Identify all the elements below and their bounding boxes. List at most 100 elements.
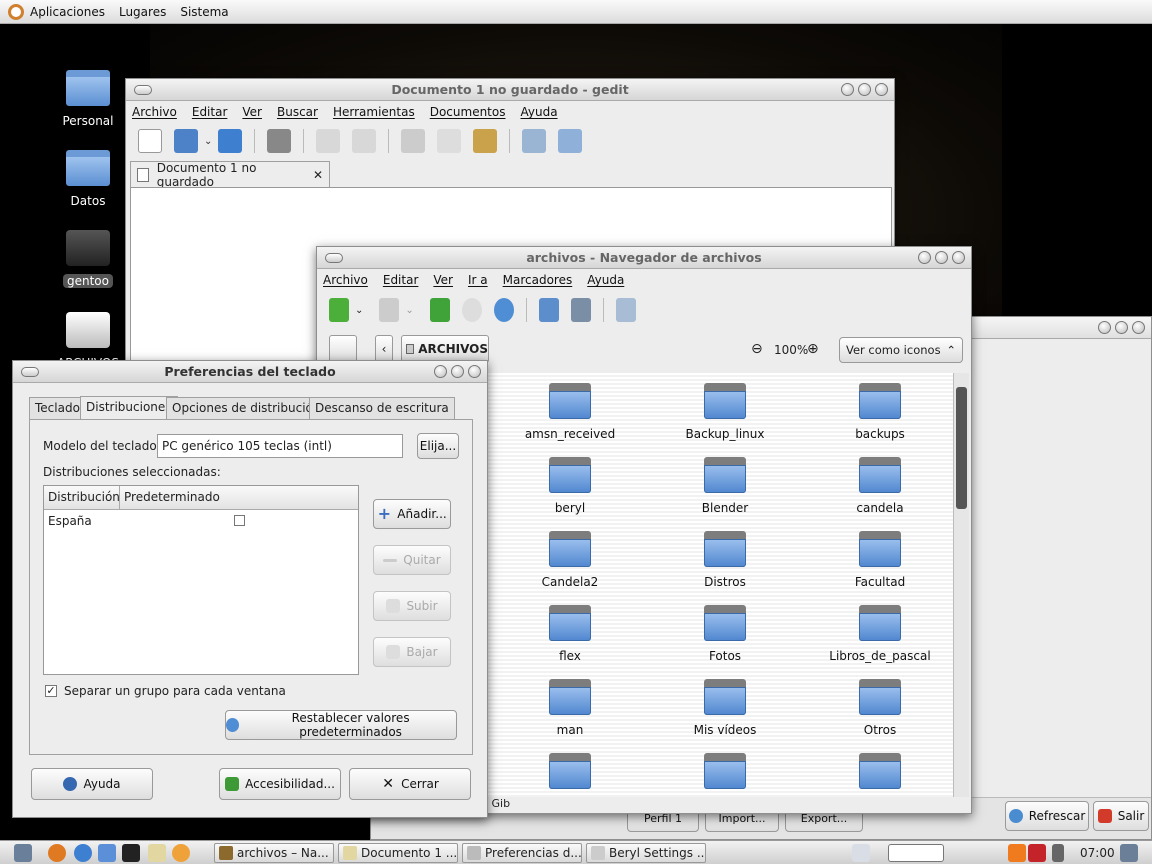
reload-icon[interactable] [493,298,514,322]
reset-defaults-button[interactable]: Restablecer valores predeterminados [225,710,457,740]
tab-distribuciones[interactable]: Distribuciones [80,396,178,419]
document-tab[interactable]: Documento 1 no guardado ✕ [130,161,330,189]
menu-ver[interactable]: Ver [433,273,453,287]
computer-icon[interactable] [570,298,591,322]
clock[interactable]: 07:00 [1080,846,1115,860]
close-icon[interactable] [468,365,481,378]
view-mode-select[interactable]: Ver como iconos ⌃ [839,337,963,363]
back-arrow-icon[interactable] [329,298,349,322]
zoom-out-icon[interactable]: ⊖ [751,341,763,357]
folder-item[interactable]: Backup_linux [650,383,800,441]
terminal-icon[interactable] [122,844,140,862]
menu-applications[interactable]: Aplicaciones [30,5,105,19]
home-icon[interactable] [538,298,559,322]
stop-icon[interactable] [461,298,482,322]
media-icon[interactable] [172,844,190,862]
scrollbar[interactable] [953,373,969,797]
folder-item[interactable]: candela [805,457,955,515]
search-icon[interactable] [615,298,636,322]
find-icon[interactable] [522,129,547,153]
folder-item[interactable]: Facultad [805,531,955,589]
workspace-switcher[interactable] [888,844,944,862]
folder-item[interactable] [650,753,800,797]
print-icon[interactable] [267,129,292,153]
choose-model-button[interactable]: Elija... [417,433,459,459]
paste-icon[interactable] [473,129,498,153]
menu-marcadores[interactable]: Marcadores [503,273,573,287]
up-arrow-icon[interactable] [429,298,450,322]
undo-icon[interactable] [316,129,341,153]
window-menu-icon[interactable] [134,85,152,95]
messenger-icon[interactable] [74,844,92,862]
folder-item[interactable]: man [495,679,645,737]
column-layout[interactable]: Distribución [44,486,120,509]
refresh-button[interactable]: Refrescar [1005,801,1089,831]
menu-ayuda[interactable]: Ayuda [587,273,624,287]
window-list-icon[interactable] [1120,844,1138,862]
redo-icon[interactable] [352,129,377,153]
menu-ver[interactable]: Ver [242,105,262,119]
close-icon[interactable] [875,83,888,96]
menu-ir-a[interactable]: Ir a [468,273,488,287]
close-icon[interactable] [952,251,965,264]
path-scroll-left[interactable]: ‹ [375,335,393,363]
open-icon[interactable] [174,129,198,153]
folder-item[interactable]: Otros [805,679,955,737]
model-field[interactable]: PC genérico 105 teclas (intl) [157,434,403,458]
update-notifier-icon[interactable] [1008,844,1026,862]
forward-arrow-icon[interactable] [379,298,400,322]
scrollbar-thumb[interactable] [956,387,967,509]
desktop-icon-gentoo[interactable]: gentoo [48,230,128,288]
window-menu-icon[interactable] [21,367,39,377]
task-keyboard[interactable]: Preferencias d... [462,843,582,863]
minimize-icon[interactable] [918,251,931,264]
menu-buscar[interactable]: Buscar [277,105,318,119]
down-button[interactable]: Bajar [373,637,451,667]
maximize-icon[interactable] [858,83,871,96]
folder-item[interactable]: beryl [495,457,645,515]
firefox-icon[interactable] [48,844,66,862]
chevron-down-icon[interactable]: ⌄ [405,305,413,316]
text-editor-icon[interactable] [148,844,166,862]
folder-item[interactable]: backups [805,383,955,441]
folder-item[interactable]: amsn_received [495,383,645,441]
folder-item[interactable]: Libros_de_pascal [805,605,955,663]
exit-button[interactable]: Salir [1093,801,1149,831]
minimize-icon[interactable] [434,365,447,378]
zoom-level[interactable]: 100% [774,343,808,357]
folder-item[interactable]: Fotos [650,605,800,663]
beryl-ruby-icon[interactable] [1028,844,1046,862]
task-beryl[interactable]: Beryl Settings ... [586,843,706,863]
menu-documentos[interactable]: Documentos [430,105,506,119]
edit-location-button[interactable] [329,335,357,363]
folder-item[interactable] [495,753,645,797]
volume-icon[interactable] [1052,844,1064,862]
folder-item[interactable] [805,753,955,797]
maximize-icon[interactable] [935,251,948,264]
separate-checkbox[interactable]: ✓ [45,685,57,697]
copy-icon[interactable] [437,129,462,153]
ubuntu-logo-icon[interactable] [8,3,24,20]
replace-icon[interactable] [558,129,583,153]
tab-teclado[interactable]: Teclado [29,397,86,419]
remove-button[interactable]: Quitar [373,545,451,575]
default-checkbox[interactable] [234,515,245,526]
finder-icon[interactable] [98,844,116,862]
folder-item[interactable]: Distros [650,531,800,589]
add-button[interactable]: + Añadir... [373,499,451,529]
menu-ayuda[interactable]: Ayuda [520,105,557,119]
menu-system[interactable]: Sistema [180,5,228,19]
workspace-1-icon[interactable] [852,844,870,862]
folder-item[interactable]: flex [495,605,645,663]
minimize-icon[interactable] [841,83,854,96]
cut-icon[interactable] [401,129,426,153]
close-tab-icon[interactable]: ✕ [313,168,323,182]
menu-editar[interactable]: Editar [192,105,228,119]
desktop-icon-datos[interactable]: Datos [48,150,128,208]
close-button[interactable]: ✕ Cerrar [349,768,471,800]
up-button[interactable]: Subir [373,591,451,621]
tab-opciones[interactable]: Opciones de distribución [166,397,327,419]
folder-item[interactable]: Blender [650,457,800,515]
show-desktop-icon[interactable] [14,844,32,862]
column-default[interactable]: Predeterminado [120,486,220,509]
